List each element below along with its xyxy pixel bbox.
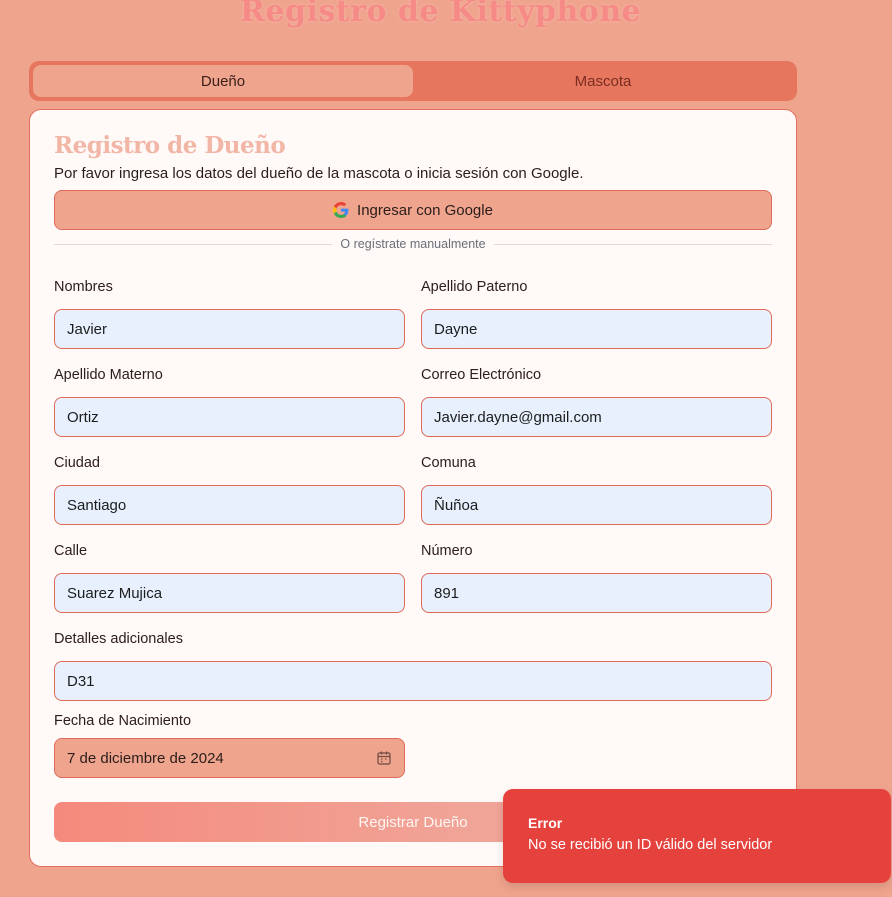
owner-registration-card: Registro de Dueño Por favor ingresa los … <box>29 109 797 867</box>
divider-line-left <box>54 243 333 245</box>
comuna-input[interactable]: Ñuñoa <box>421 485 772 525</box>
correo-label: Correo Electrónico <box>421 367 542 383</box>
manual-divider: O regístrate manualmente <box>54 236 772 252</box>
nombres-input[interactable]: Javier <box>54 309 405 349</box>
apellido-paterno-label: Apellido Paterno <box>421 279 528 295</box>
apellido-paterno-input[interactable]: Dayne <box>421 309 772 349</box>
page-title: Registro de Kittyphone <box>240 0 642 29</box>
apellido-materno-label: Apellido Materno <box>54 367 163 383</box>
fecha-nacimiento-value: 7 de diciembre de 2024 <box>67 749 224 767</box>
numero-input[interactable]: 891 <box>421 573 772 613</box>
google-login-button[interactable]: Ingresar con Google <box>54 190 772 230</box>
correo-input[interactable]: Javier.dayne@gmail.com <box>421 397 772 437</box>
calle-input[interactable]: Suarez Mujica <box>54 573 405 613</box>
divider-line-right <box>493 243 772 245</box>
apellido-materno-input[interactable]: Ortiz <box>54 397 405 437</box>
detalles-label: Detalles adicionales <box>54 631 183 647</box>
tab-mascota[interactable]: Mascota <box>413 65 793 97</box>
nombres-label: Nombres <box>54 279 113 295</box>
error-toast[interactable]: Error No se recibió un ID válido del ser… <box>503 789 891 883</box>
toast-message: No se recibió un ID válido del servidor <box>528 837 773 853</box>
numero-label: Número <box>421 543 473 559</box>
ciudad-input[interactable]: Santiago <box>54 485 405 525</box>
divider-text: O regístrate manualmente <box>340 237 486 251</box>
calendar-icon[interactable] <box>376 750 392 766</box>
fecha-nacimiento-picker[interactable]: 7 de diciembre de 2024 <box>54 738 405 778</box>
toast-title: Error <box>528 815 563 831</box>
fecha-nacimiento-label: Fecha de Nacimiento <box>54 713 192 729</box>
tab-dueno[interactable]: Dueño <box>33 65 413 97</box>
form-subtitle: Por favor ingresa los datos del dueño de… <box>54 165 584 182</box>
calle-label: Calle <box>54 543 88 559</box>
google-icon <box>333 202 349 218</box>
detalles-input[interactable]: D31 <box>54 661 772 701</box>
form-title: Registro de Dueño <box>54 132 286 159</box>
tab-bar: Dueño Mascota <box>29 61 797 101</box>
comuna-label: Comuna <box>421 455 476 471</box>
ciudad-label: Ciudad <box>54 455 100 471</box>
google-login-label: Ingresar con Google <box>357 201 493 219</box>
